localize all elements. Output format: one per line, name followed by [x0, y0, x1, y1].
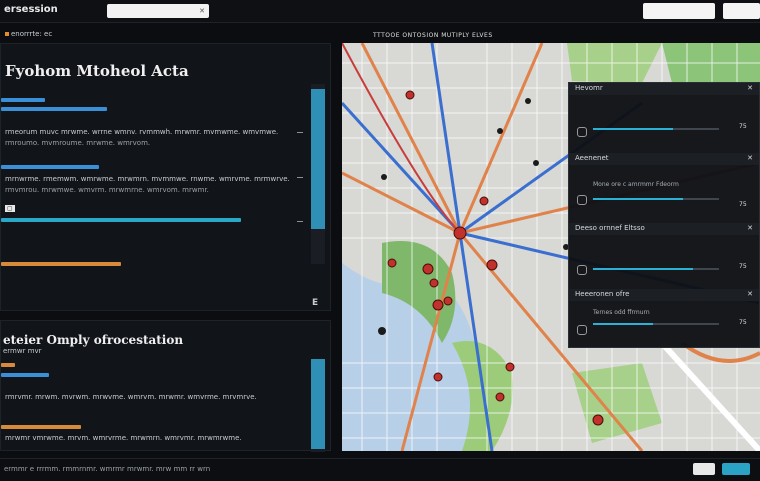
layer-title: Deeso ornnef Eltsso	[575, 224, 645, 232]
scroll-thumb[interactable]	[311, 359, 325, 449]
layer-title: Hevomr	[575, 84, 603, 92]
footer-text: ermmr e rrrmm. rmmrnmr. wmrmr mrwmr. mrw…	[4, 465, 211, 473]
body-text: rmroumo. mvmroume. mrwme. wmrvom.	[5, 139, 151, 147]
panel-title: Fyohom Mtoheol Acta	[5, 62, 189, 80]
status-dot	[5, 32, 9, 36]
progress-bar	[1, 425, 81, 429]
layer-header: Heeeronen ofre ✕	[569, 289, 759, 301]
slider-value: 75	[739, 263, 747, 270]
layer-icon	[577, 127, 587, 137]
footer-button[interactable]	[722, 463, 750, 475]
layer-title: Heeeronen ofre	[575, 290, 630, 298]
scrollbar[interactable]	[311, 359, 325, 452]
map-label: TTTOOE ONTOSION MUTIPLY ELVES	[373, 32, 493, 39]
bottom-bar: ermmr e rrrmm. rmmrnmr. wmrmr mrwmr. mrw…	[0, 458, 760, 481]
info-panel: Fyohom Mtoheol Acta rmeorum muvc mrwme. …	[0, 43, 331, 311]
top-button-1[interactable]	[643, 3, 715, 19]
progress-bar	[1, 165, 99, 169]
progress-bar	[1, 262, 121, 266]
status-label: enorrrte: ec	[5, 30, 52, 38]
body-text: rmeorum muvc mrwme. wrrne wmnv. rvmmwh. …	[5, 128, 279, 136]
opacity-slider[interactable]	[593, 128, 719, 130]
layer-text: Ternes odd ffrmurn	[593, 309, 650, 316]
progress-bar	[1, 107, 107, 111]
close-icon[interactable]: ✕	[747, 224, 753, 232]
layer-icon	[577, 195, 587, 205]
app-title: ersession	[4, 4, 58, 15]
body-text: rmrvmr. mrwm. mvrwm. mrwvme. wmrvm. mrwm…	[5, 393, 257, 401]
tick-mark	[297, 177, 303, 178]
body-text: mrnwrme. rmemwm. wmrwme. mrwmrn. mvmmwe.…	[5, 175, 290, 183]
layer-header: Aeenenet ✕	[569, 153, 759, 165]
layer-icon	[577, 265, 587, 275]
detail-panel: eteier Omply ofrocestation ermwr mvr rmr…	[0, 320, 331, 452]
close-icon[interactable]: ✕	[747, 154, 753, 162]
close-icon[interactable]: ✕	[199, 4, 205, 18]
slider-value: 75	[739, 201, 747, 208]
tick-mark	[297, 132, 303, 133]
close-icon[interactable]: ✕	[747, 84, 753, 92]
search-input[interactable]: ✕	[107, 4, 209, 18]
opacity-slider[interactable]	[593, 268, 719, 270]
body-text: rmvmrou. mrwmwe. wmvrm. mrwmrne. wmrvom.…	[5, 186, 209, 194]
layer-text: Mone ore c amrmmr Fdeorm	[593, 181, 679, 188]
close-icon[interactable]: ✕	[747, 290, 753, 298]
status-text: enorrrte: ec	[11, 30, 53, 38]
layer-icon	[577, 325, 587, 335]
top-button-2[interactable]	[723, 3, 760, 19]
panel-subtitle: ermwr mvr	[3, 347, 42, 355]
scroll-thumb[interactable]	[311, 89, 325, 229]
progress-bar	[1, 373, 49, 377]
footer-button[interactable]	[693, 463, 715, 475]
layer-header: Hevomr ✕	[569, 83, 759, 95]
scrollbar[interactable]	[311, 84, 325, 264]
slider-value: 75	[739, 319, 747, 326]
badge: ▢	[5, 205, 15, 212]
layer-title: Aeenenet	[575, 154, 609, 162]
layer-panel: Hevomr ✕ 75 Aeenenet ✕ Mone ore c amrmmr…	[568, 82, 760, 348]
panel-title: eteier Omply ofrocestation	[3, 333, 184, 347]
scroll-label: E	[312, 298, 319, 308]
opacity-slider[interactable]	[593, 198, 719, 200]
layer-header: Deeso ornnef Eltsso ✕	[569, 223, 759, 235]
progress-bar	[1, 98, 45, 102]
opacity-slider[interactable]	[593, 323, 719, 325]
slider-value: 75	[739, 123, 747, 130]
tick-mark	[297, 221, 303, 222]
marker	[453, 226, 467, 240]
progress-bar	[1, 218, 241, 222]
body-text: mrwmr vmrwme. mrvm. wmrvrme. mrwmrn. wmr…	[5, 434, 242, 442]
top-bar: ersession ✕	[0, 0, 760, 23]
progress-bar	[1, 363, 15, 367]
